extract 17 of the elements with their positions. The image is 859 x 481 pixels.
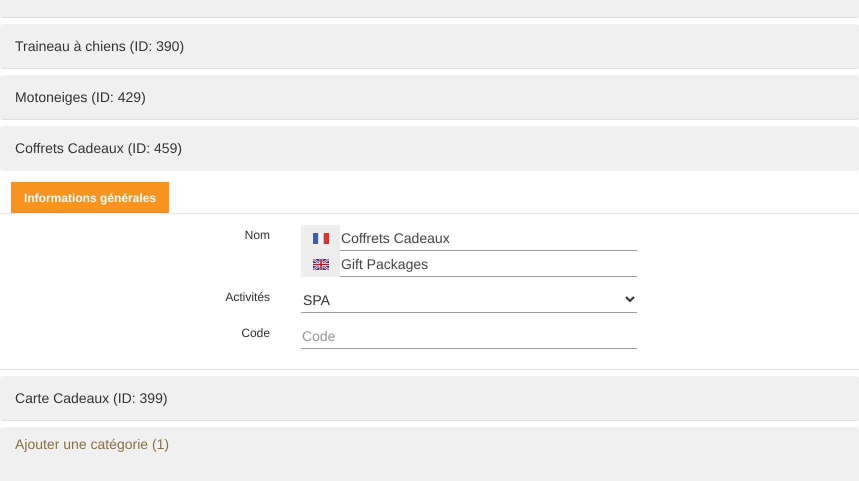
accordion-header[interactable]: Carte Cadeaux (ID: 399): [0, 376, 859, 421]
french-flag-icon: [312, 232, 328, 244]
add-category-link[interactable]: Ajouter une catégorie (1): [15, 436, 170, 452]
british-flag-icon: [312, 258, 328, 270]
field-label: Nom: [244, 227, 270, 242]
accordion-title: Coffrets Cadeaux (ID: 459): [15, 140, 182, 156]
activity-select[interactable]: SPA: [301, 287, 637, 313]
field-label: Code: [240, 325, 270, 340]
accordion-header[interactable]: Coffrets Cadeaux (ID: 459): [0, 126, 859, 171]
accordion-header[interactable]: Traineau à chiens (ID: 390): [0, 24, 859, 69]
accordion-header[interactable]: Motoneiges (ID: 429): [0, 75, 859, 120]
chevron-down-icon: [625, 296, 635, 303]
accordion-title: Carte Cadeaux (ID: 399): [15, 390, 168, 406]
field-label: Activités: [224, 289, 270, 304]
add-category-header[interactable]: Ajouter une catégorie (1): [0, 427, 859, 481]
accordion-title: Traineau à chiens (ID: 390): [15, 38, 184, 54]
accordion-title: Motoneiges (ID: 429): [15, 89, 146, 105]
